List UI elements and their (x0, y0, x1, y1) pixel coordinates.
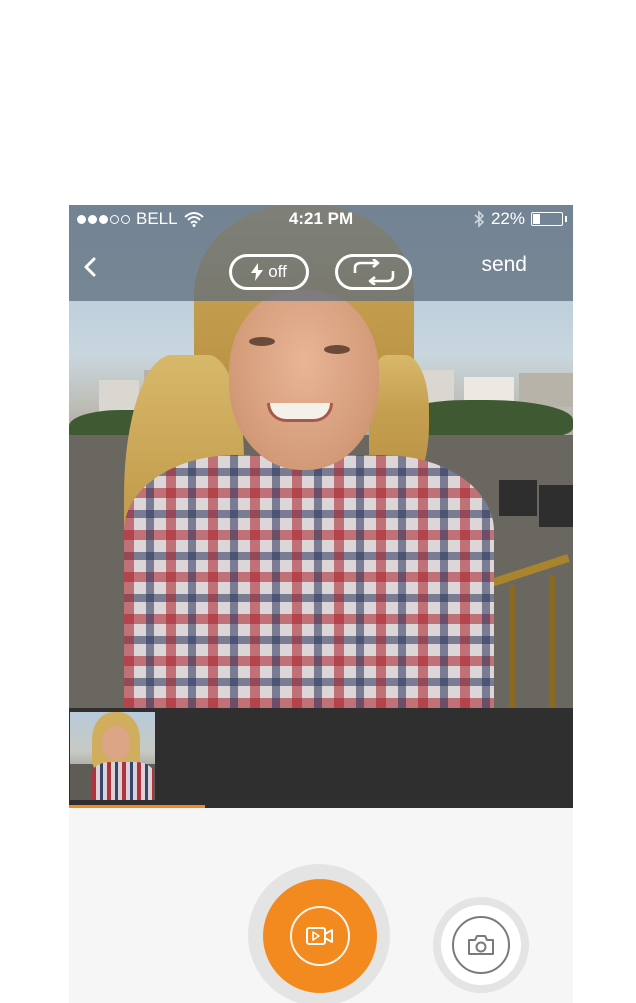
battery-fill (533, 214, 540, 224)
rooftop-unit (499, 480, 537, 516)
send-button[interactable]: send (481, 253, 527, 277)
clip-thumbnail[interactable] (70, 712, 155, 800)
switch-camera-icon (353, 259, 394, 285)
battery-percent: 22% (490, 209, 525, 228)
camera-screen: BELL 4:21 PM 22% off send (69, 205, 573, 1003)
thumb-shirt (92, 762, 154, 800)
flash-label: off (268, 262, 287, 281)
capture-controls (69, 808, 573, 1003)
railing-post (549, 575, 555, 708)
flash-toggle-button[interactable]: off (229, 254, 309, 290)
camera-icon (468, 935, 494, 955)
record-video-button[interactable] (263, 879, 377, 993)
face (229, 290, 379, 470)
chevron-left-icon (84, 257, 96, 277)
battery-nub (565, 216, 567, 222)
back-button[interactable] (79, 253, 103, 281)
record-inner-ring (290, 906, 350, 966)
switch-camera-button[interactable] (335, 254, 412, 290)
eye (249, 337, 275, 346)
battery-icon (531, 212, 567, 226)
top-bar: off send (69, 233, 573, 301)
thumb-face (102, 726, 130, 760)
photo-inner-ring (452, 916, 510, 974)
status-bar: BELL 4:21 PM 22% (69, 205, 573, 233)
screen: BELL 4:21 PM 22% off send (0, 0, 636, 1003)
bluetooth-icon (473, 210, 485, 228)
railing-post (509, 585, 515, 708)
plaid-shirt (124, 455, 494, 708)
lightning-bolt-icon (251, 263, 264, 281)
eye (324, 345, 350, 354)
smile (267, 403, 333, 422)
video-camera-icon (306, 927, 333, 945)
rooftop-unit (539, 485, 573, 527)
clip-strip (69, 708, 573, 811)
status-right-group: 22% (473, 209, 567, 229)
take-photo-button[interactable] (441, 905, 521, 985)
